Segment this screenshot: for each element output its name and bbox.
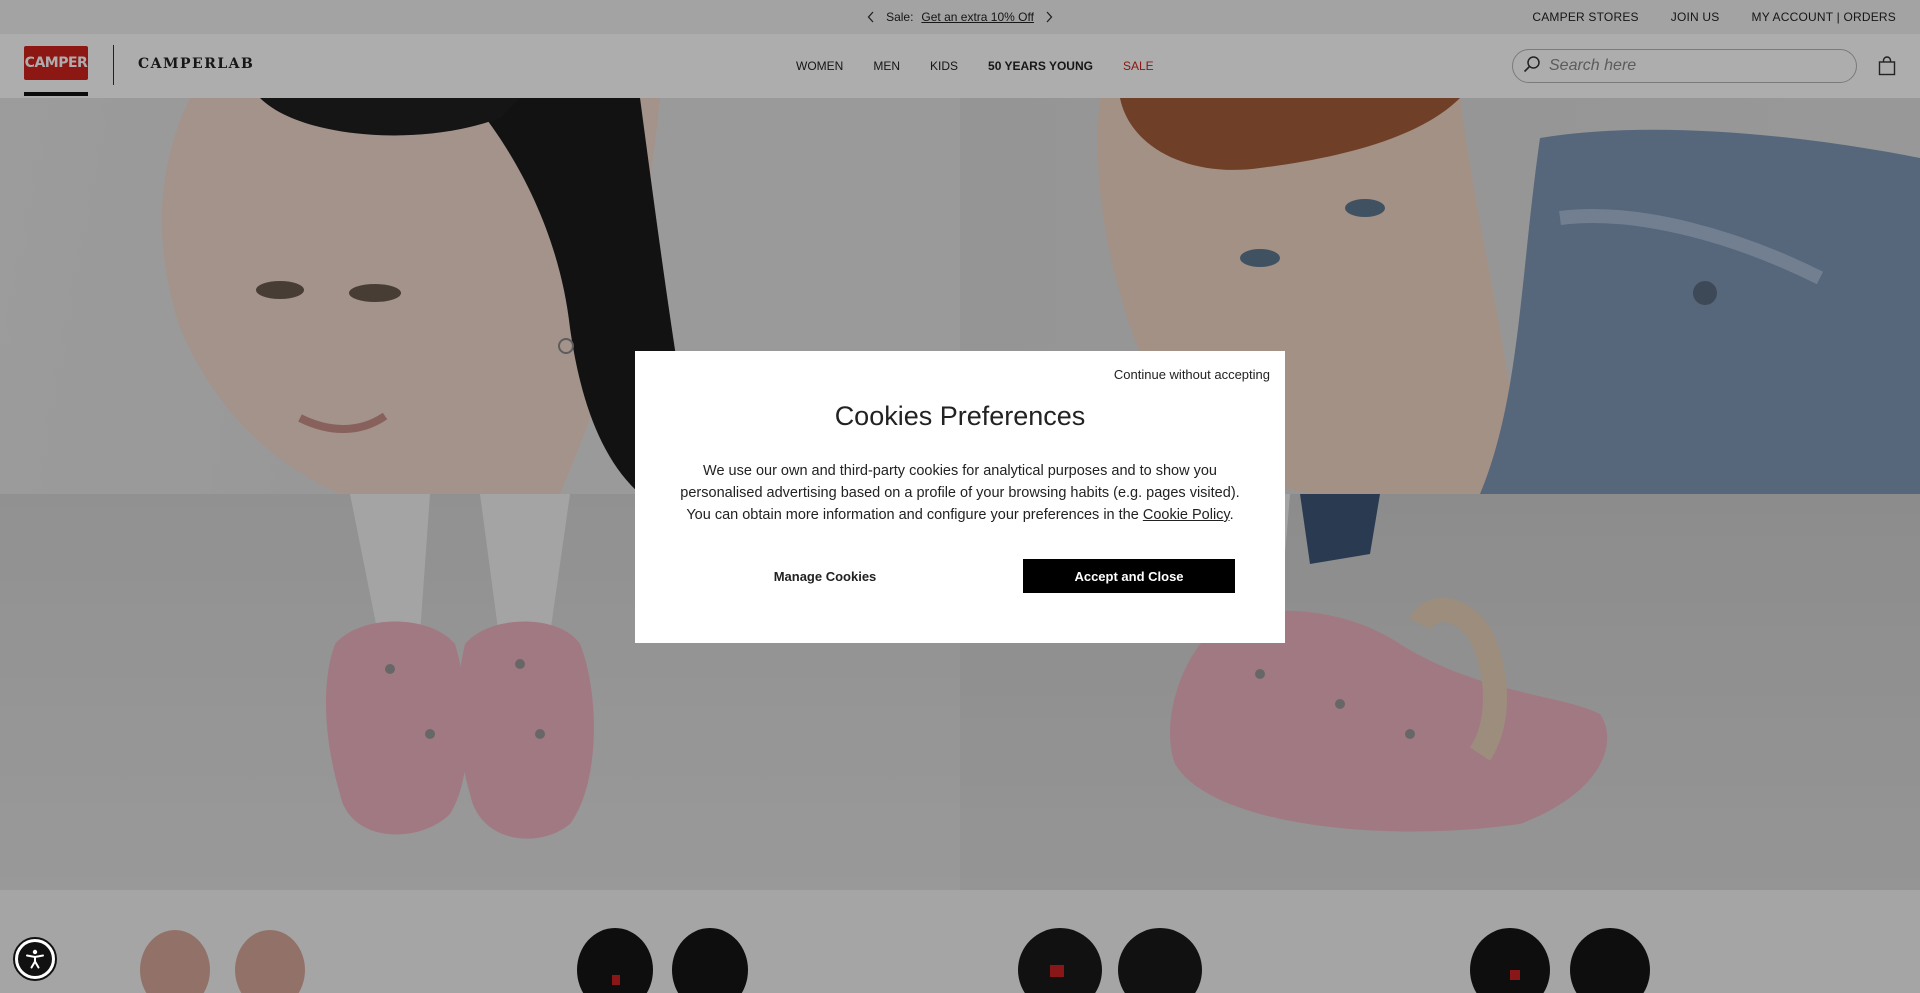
modal-body: We use our own and third-party cookies f…	[680, 460, 1240, 526]
cookie-policy-link[interactable]: Cookie Policy	[1143, 507, 1230, 523]
modal-body-end: .	[1229, 507, 1234, 523]
cookie-modal: Continue without accepting Cookies Prefe…	[635, 351, 1285, 643]
modal-title: Cookies Preferences	[834, 401, 1086, 431]
manage-cookies-button[interactable]: Manage Cookies	[715, 559, 935, 593]
accessibility-button[interactable]	[13, 937, 57, 981]
accept-and-close-button[interactable]: Accept and Close	[1023, 559, 1235, 593]
continue-without-accepting-link[interactable]: Continue without accepting	[1114, 367, 1270, 382]
accessibility-icon	[18, 942, 52, 976]
